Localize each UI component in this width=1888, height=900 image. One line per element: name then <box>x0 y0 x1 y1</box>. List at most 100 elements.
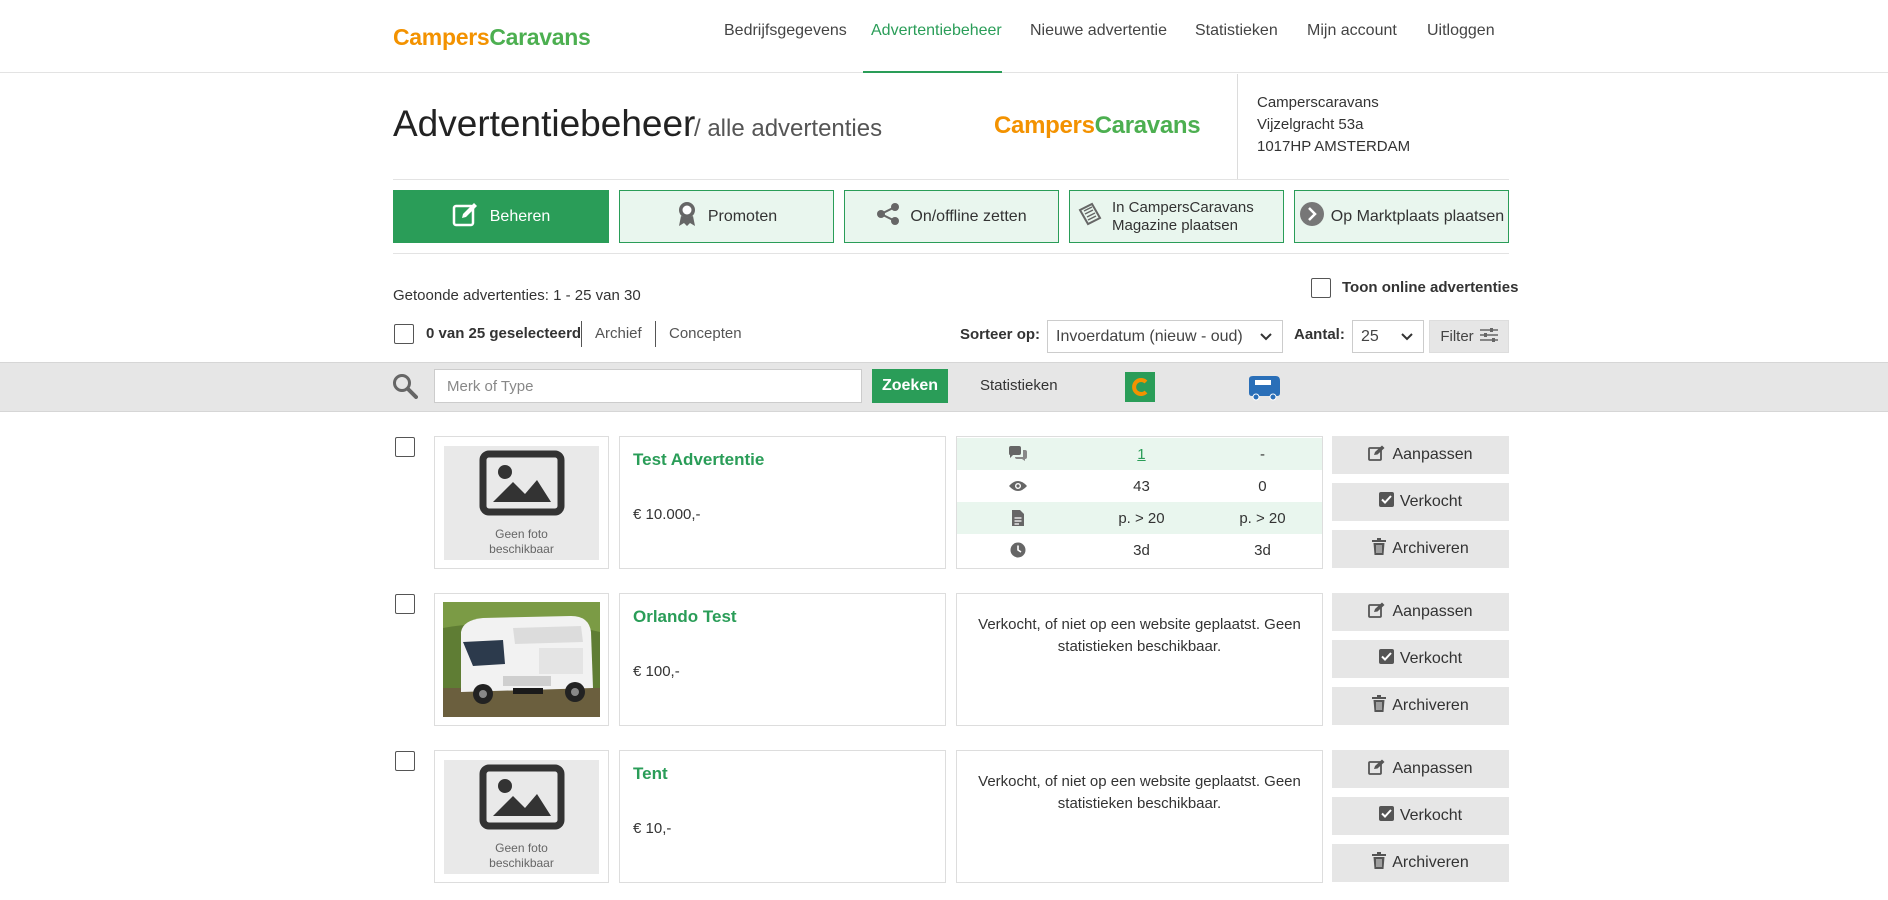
count-select[interactable]: 25 <box>1352 320 1424 353</box>
nav-item-bedrijfsgegevens[interactable]: Bedrijfsgegevens <box>724 22 847 40</box>
archive-listing-button[interactable]: Archiveren <box>1332 687 1509 725</box>
listing-price: € 100,- <box>633 663 680 680</box>
company-logo: CampersCaravans <box>994 112 1201 139</box>
edit-listing-button[interactable]: Aanpassen <box>1332 593 1509 631</box>
search-icon <box>392 373 418 404</box>
image-icon <box>479 764 565 835</box>
mark-sold-button[interactable]: Verkocht <box>1332 483 1509 521</box>
clock-icon <box>957 542 1080 558</box>
stat-row-messages: 1 - <box>957 438 1322 470</box>
campers-caravans-site-icon <box>1125 372 1155 402</box>
listing-checkbox[interactable] <box>395 594 415 614</box>
edit-icon <box>1368 759 1386 780</box>
share-icon <box>876 202 900 231</box>
company-city: 1017HP AMSTERDAM <box>1257 138 1411 155</box>
chevron-down-icon <box>1260 328 1272 346</box>
edit-listing-button[interactable]: Aanpassen <box>1332 750 1509 788</box>
company-name: Camperscaravans <box>1257 94 1379 111</box>
search-input[interactable]: Merk of Type <box>434 369 862 403</box>
promoten-button[interactable]: Promoten <box>619 190 834 243</box>
sort-label: Sorteer op: <box>960 326 1041 343</box>
show-online-label: Toon online advertenties <box>1342 279 1519 296</box>
listing-stats-card: Verkocht, of niet op een website geplaat… <box>956 593 1323 726</box>
shown-count-text: Getoonde advertenties: 1 - 25 van 30 <box>393 287 641 304</box>
listing-title[interactable]: Tent <box>633 764 668 784</box>
trash-icon <box>1372 695 1387 717</box>
beheren-button[interactable]: Beheren <box>393 190 609 243</box>
checkbox-checked-icon <box>1378 649 1394 669</box>
divider <box>393 179 1509 180</box>
divider <box>393 253 1509 254</box>
select-all-checkbox[interactable] <box>394 324 414 344</box>
concepts-link[interactable]: Concepten <box>669 325 742 342</box>
archive-link[interactable]: Archief <box>595 325 642 342</box>
listing-checkbox[interactable] <box>395 437 415 457</box>
archive-listing-button[interactable]: Archiveren <box>1332 530 1509 568</box>
listing-price: € 10,- <box>633 820 672 837</box>
camper-site-icon <box>1246 373 1282 406</box>
page-subtitle: / alle advertenties <box>694 115 883 142</box>
mark-sold-button[interactable]: Verkocht <box>1332 797 1509 835</box>
listing-stats-card: Verkocht, of niet op een website geplaat… <box>956 750 1323 883</box>
nav-item-mijn-account[interactable]: Mijn account <box>1307 22 1397 40</box>
company-address: Camperscaravans Vijzelgracht 53a 1017HP … <box>1257 92 1410 158</box>
nav-item-nieuwe-advertentie[interactable]: Nieuwe advertentie <box>1030 22 1167 40</box>
no-stats-message: Verkocht, of niet op een website geplaat… <box>978 616 1301 655</box>
listing-info-card: Test Advertentie € 10.000,- <box>619 436 946 569</box>
mark-sold-button[interactable]: Verkocht <box>1332 640 1509 678</box>
sort-select[interactable]: Invoerdatum (nieuw - oud) <box>1047 320 1283 353</box>
award-icon <box>676 201 698 232</box>
listing-title[interactable]: Orlando Test <box>633 607 737 627</box>
divider <box>581 321 582 347</box>
listing-info-card: Orlando Test € 100,- <box>619 593 946 726</box>
sliders-icon <box>1479 327 1498 346</box>
edit-icon <box>1368 445 1386 466</box>
show-online-checkbox[interactable] <box>1311 278 1331 298</box>
listing-stats-card: 1 - 43 0 p. > 20 p. > 20 3d 3d <box>956 436 1323 569</box>
count-label: Aantal: <box>1294 326 1345 343</box>
nav-item-advertentiebeheer[interactable]: Advertentiebeheer <box>871 22 1002 40</box>
online-offline-button[interactable]: On/offline zetten <box>844 190 1059 243</box>
stat-row-views: 43 0 <box>957 470 1322 502</box>
listing-title[interactable]: Test Advertentie <box>633 450 764 470</box>
trash-icon <box>1372 538 1387 560</box>
camper-photo <box>443 602 600 717</box>
selected-count: 0 van 25 geselecteerd <box>426 325 582 342</box>
stat-row-page: p. > 20 p. > 20 <box>957 502 1322 534</box>
no-photo-placeholder: Geen foto beschikbaar <box>444 760 599 874</box>
edit-icon <box>1368 602 1386 623</box>
image-icon <box>479 450 565 521</box>
nav-item-statistieken[interactable]: Statistieken <box>1195 22 1278 40</box>
nav-item-uitloggen[interactable]: Uitloggen <box>1427 22 1495 40</box>
divider <box>655 321 656 347</box>
marktplaats-button[interactable]: Op Marktplaats plaatsen <box>1294 190 1509 243</box>
stat-row-time: 3d 3d <box>957 534 1322 566</box>
marktplaats-icon <box>1299 201 1325 232</box>
stats-column-label: Statistieken <box>980 377 1058 394</box>
divider <box>1237 74 1238 180</box>
listing-info-card: Tent € 10,- <box>619 750 946 883</box>
filter-button[interactable]: Filter <box>1429 320 1509 353</box>
archive-listing-button[interactable]: Archiveren <box>1332 844 1509 882</box>
brand-logo[interactable]: CampersCaravans <box>393 24 591 51</box>
magazine-icon <box>1078 202 1102 231</box>
search-button[interactable]: Zoeken <box>872 369 948 403</box>
listing-checkbox[interactable] <box>395 751 415 771</box>
edit-icon <box>452 201 480 232</box>
page-title: Advertentiebeheer <box>393 103 696 144</box>
no-photo-placeholder: Geen foto beschikbaar <box>444 446 599 560</box>
listing-price: € 10.000,- <box>633 506 701 523</box>
magazine-button[interactable]: In CampersCaravans Magazine plaatsen <box>1069 190 1284 243</box>
trash-icon <box>1372 852 1387 874</box>
listing-photo-frame[interactable]: Geen foto beschikbaar <box>434 750 609 883</box>
listing-photo-frame[interactable] <box>434 593 609 726</box>
edit-listing-button[interactable]: Aanpassen <box>1332 436 1509 474</box>
no-stats-message: Verkocht, of niet op een website geplaat… <box>978 773 1301 812</box>
company-street: Vijzelgracht 53a <box>1257 116 1364 133</box>
checkbox-checked-icon <box>1378 492 1394 512</box>
chevron-down-icon <box>1401 328 1413 346</box>
listing-photo-frame[interactable]: Geen foto beschikbaar <box>434 436 609 569</box>
document-icon <box>957 509 1080 527</box>
chat-icon <box>957 446 1080 462</box>
messages-link[interactable]: 1 <box>1137 446 1145 463</box>
